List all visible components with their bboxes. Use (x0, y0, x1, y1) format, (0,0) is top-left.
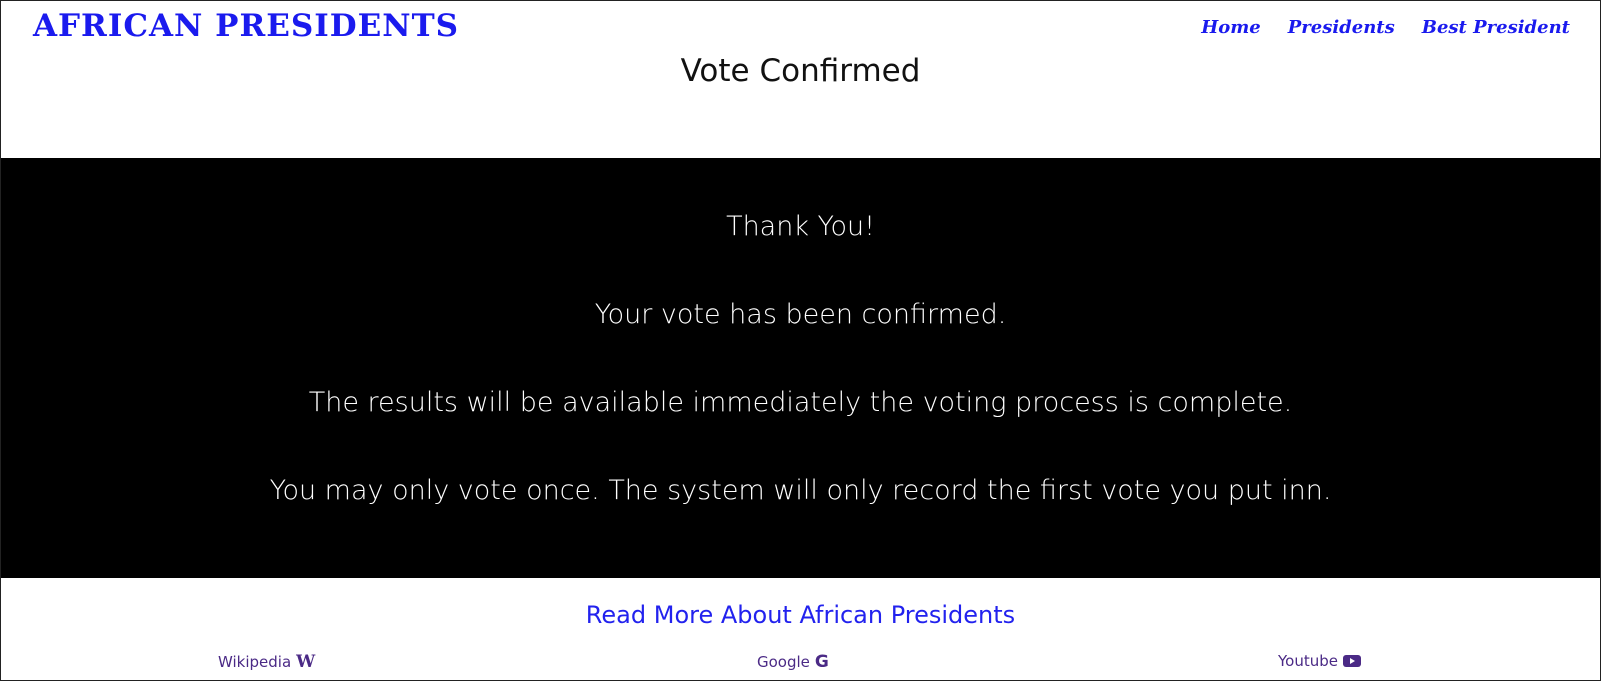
page-title: Vote Confirmed (680, 53, 921, 89)
nav-best-president-link[interactable]: Best President (1422, 17, 1570, 38)
nav-home-link[interactable]: Home (1201, 17, 1261, 38)
thank-you-heading: Thank You! (726, 211, 875, 242)
wikipedia-icon: W (296, 652, 316, 672)
confirmation-message: Your vote has been confirmed. (594, 299, 1007, 330)
results-message: The results will be available immediatel… (308, 387, 1293, 418)
nav-presidents-link[interactable]: Presidents (1288, 17, 1395, 38)
confirmation-section: Thank You! Your vote has been confirmed.… (1, 158, 1600, 578)
footer-links: Wikipedia W Google G Youtube (1, 652, 1600, 676)
youtube-icon (1343, 655, 1361, 667)
google-link[interactable]: Google G (757, 652, 829, 672)
google-label: Google (757, 653, 810, 671)
youtube-label: Youtube (1278, 652, 1338, 670)
wikipedia-label: Wikipedia (218, 653, 292, 671)
site-logo-link[interactable]: AFRICAN PRESIDENTS (33, 8, 459, 44)
page-frame: AFRICAN PRESIDENTS Home Presidents Best … (0, 0, 1601, 681)
vote-once-message: You may only vote once. The system will … (269, 475, 1332, 506)
main-nav: Home Presidents Best President (1201, 17, 1570, 38)
youtube-link[interactable]: Youtube (1278, 652, 1361, 670)
google-icon: G (814, 652, 829, 672)
read-more-link[interactable]: Read More About African Presidents (1, 601, 1600, 629)
wikipedia-link[interactable]: Wikipedia W (218, 652, 315, 672)
